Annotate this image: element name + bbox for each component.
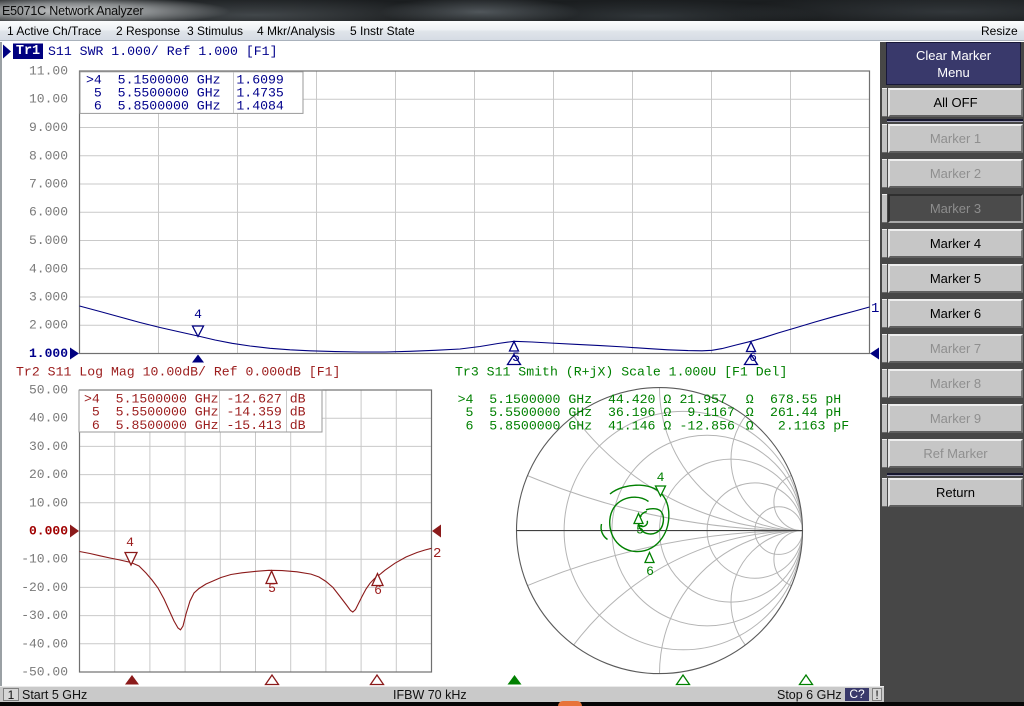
svg-text:50.00: 50.00 bbox=[29, 383, 68, 398]
svg-text:-12.856: -12.856 bbox=[680, 418, 735, 433]
svg-text:Tr2 S11 Log Mag 10.00dB/ Ref 0: Tr2 S11 Log Mag 10.00dB/ Ref 0.000dB [F1… bbox=[16, 365, 340, 380]
svg-text:-20.00: -20.00 bbox=[21, 580, 68, 595]
svg-text:6 5.8500000 GHz -15.413 dB: 6 5.8500000 GHz -15.413 dB bbox=[84, 418, 306, 433]
svg-text:2.000: 2.000 bbox=[29, 318, 68, 333]
svg-text:4: 4 bbox=[194, 307, 202, 322]
svg-text:11.00: 11.00 bbox=[29, 64, 68, 79]
svg-text:Ω: Ω bbox=[746, 418, 754, 433]
svg-text:5: 5 bbox=[268, 581, 276, 596]
svg-text:30.00: 30.00 bbox=[29, 439, 68, 454]
svg-text:0.000: 0.000 bbox=[29, 524, 68, 539]
svg-text:6.000: 6.000 bbox=[29, 205, 68, 220]
svg-text:4: 4 bbox=[126, 535, 134, 550]
svg-text:1.000: 1.000 bbox=[29, 346, 68, 361]
svg-text:3.000: 3.000 bbox=[29, 290, 68, 305]
svg-text:-10.00: -10.00 bbox=[21, 552, 68, 567]
svg-text:4.000: 4.000 bbox=[29, 261, 68, 276]
svg-text:10.00: 10.00 bbox=[29, 495, 68, 510]
svg-text:9.000: 9.000 bbox=[29, 120, 68, 135]
svg-text:5.000: 5.000 bbox=[29, 233, 68, 248]
svg-text:2: 2 bbox=[433, 546, 441, 562]
svg-text:8.000: 8.000 bbox=[29, 148, 68, 163]
svg-text:-30.00: -30.00 bbox=[21, 608, 68, 623]
svg-text:20.00: 20.00 bbox=[29, 467, 68, 482]
svg-text:-40.00: -40.00 bbox=[21, 636, 68, 651]
svg-text:S11 SWR 1.000/ Ref 1.000 [F1]: S11 SWR 1.000/ Ref 1.000 [F1] bbox=[48, 44, 278, 59]
svg-text:2.1163 pF: 2.1163 pF bbox=[770, 418, 849, 433]
svg-text:-50.00: -50.00 bbox=[21, 665, 68, 680]
svg-text:4: 4 bbox=[657, 470, 665, 485]
svg-text:Tr3 S11 Smith (R+jX) Scale 1.0: Tr3 S11 Smith (R+jX) Scale 1.000U [F1 De… bbox=[455, 365, 787, 380]
svg-text:6: 6 bbox=[374, 583, 382, 598]
svg-text:6 5.8500000 GHz 1.4084: 6 5.8500000 GHz 1.4084 bbox=[86, 99, 284, 114]
svg-text:10.00: 10.00 bbox=[29, 92, 68, 107]
svg-text:5: 5 bbox=[636, 523, 644, 538]
svg-text:40.00: 40.00 bbox=[29, 411, 68, 426]
svg-text:6 5.8500000 GHz 41.146 Ω: 6 5.8500000 GHz 41.146 Ω bbox=[458, 418, 672, 433]
svg-text:Tr1: Tr1 bbox=[16, 44, 40, 59]
svg-text:6: 6 bbox=[646, 564, 654, 579]
svg-text:1: 1 bbox=[871, 301, 879, 317]
svg-text:7.000: 7.000 bbox=[29, 177, 68, 192]
